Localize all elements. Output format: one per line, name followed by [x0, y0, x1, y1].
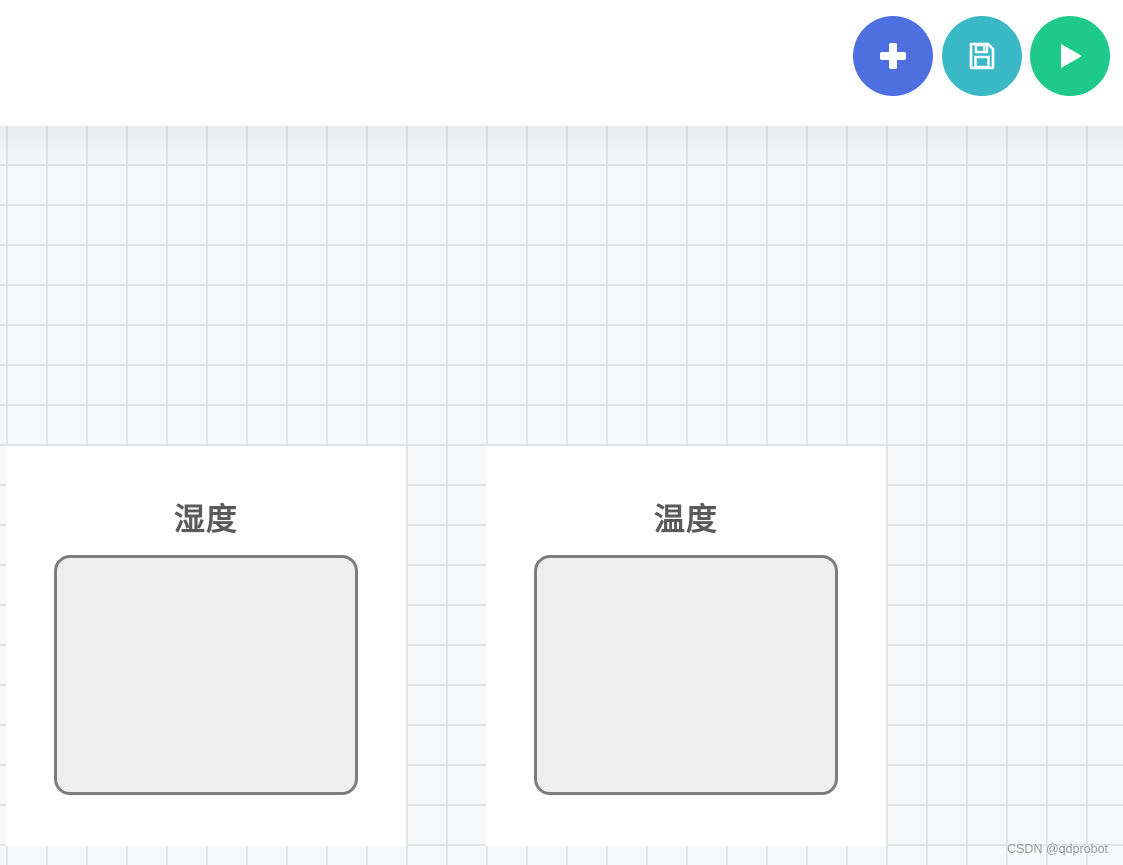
watermark: CSDN @qdprobot — [1007, 842, 1108, 856]
grid-canvas[interactable]: 湿度 温度 — [0, 126, 1123, 865]
temperature-display — [534, 555, 838, 795]
save-button[interactable] — [942, 16, 1022, 96]
humidity-display — [54, 555, 358, 795]
play-icon — [1061, 44, 1082, 68]
humidity-node[interactable]: 湿度 — [6, 446, 406, 846]
canvas-top-shadow — [0, 126, 1123, 172]
run-button[interactable] — [1030, 16, 1110, 96]
flow-editor: 湿度 温度 CSDN @qdprobot — [0, 0, 1123, 865]
toolbar — [0, 0, 1123, 126]
node-title: 温度 — [654, 502, 718, 538]
plus-icon — [880, 43, 906, 69]
floppy-disk-icon — [969, 42, 995, 70]
add-button[interactable] — [853, 16, 933, 96]
temperature-node[interactable]: 温度 — [486, 446, 886, 846]
node-title: 湿度 — [174, 502, 238, 538]
